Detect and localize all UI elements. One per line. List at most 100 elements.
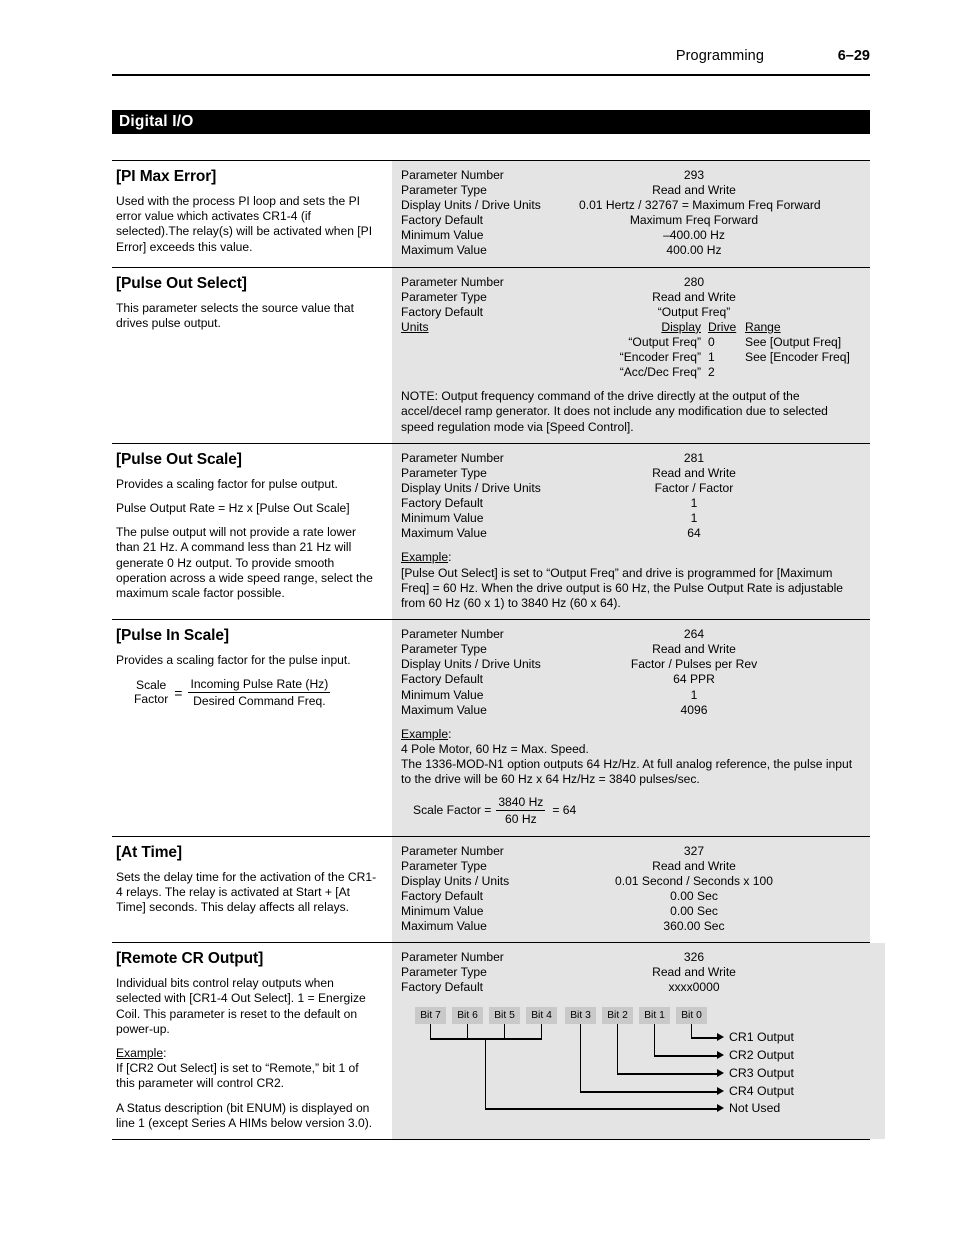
parameter-entry-pi-max-error: [PI Max Error] Used with the process PI … (112, 160, 870, 267)
units-display-value: “Acc/Dec Freq” (619, 365, 701, 380)
spec-list: Parameter Number 281 Parameter Type Read… (401, 451, 862, 611)
formula-label: Scale Factor (134, 679, 168, 706)
spec-row-display-units: Display Units / Drive Units 0.01 Hertz /… (401, 198, 862, 213)
not-used-run-line (485, 1108, 718, 1110)
spec-label: Factory Default (401, 496, 483, 511)
formula-equals: = (174, 684, 183, 701)
units-col-range: Range (745, 319, 781, 334)
bit-box-5: Bit 5 (489, 1007, 520, 1025)
spec-row-maximum-value: Maximum Value 400.00 Hz (401, 243, 862, 258)
example-heading: Example: (401, 550, 452, 565)
bit3-drop-line (580, 1024, 582, 1093)
spec-row-factory-default: Factory Default “Output Freq” (401, 305, 862, 320)
parameter-title: [PI Max Error] (116, 168, 217, 185)
spec-label: Parameter Type (401, 965, 487, 980)
bit2-arrowhead (717, 1069, 724, 1078)
spec-row-parameter-number: Parameter Number 281 (401, 451, 862, 466)
formula-label-top: Scale (136, 678, 167, 693)
formula-label-bottom: Factor (134, 691, 169, 706)
spec-row-parameter-number: Parameter Number 293 (401, 168, 862, 183)
spec-value: –400.00 Hz (663, 228, 725, 243)
spec-value: 1 (690, 511, 698, 526)
units-range-value: See [Output Freq] (745, 334, 842, 349)
parameter-description: Used with the process PI loop and sets t… (116, 194, 373, 254)
bit0-run-line (691, 1037, 718, 1039)
formula-result: = 64 (552, 802, 577, 817)
parameter-description-column: [Pulse Out Select] This parameter select… (112, 267, 392, 443)
units-drive-value: 0 (708, 334, 715, 349)
spec-row-maximum-value: Maximum Value 360.00 Sec (401, 919, 862, 934)
section-title-bar: Digital I/O (112, 110, 870, 134)
bit3-run-line (580, 1091, 718, 1093)
example-heading: Example: (116, 1045, 167, 1060)
spec-row-parameter-type: Parameter Type Read and Write (401, 859, 862, 874)
parameter-description-3: The pulse output will not provide a rate… (116, 525, 373, 601)
spec-row-minimum-value: Minimum Value 0.00 Sec (401, 904, 862, 919)
spec-value: 326 (683, 950, 705, 965)
spec-row-display-units: Display Units / Drive Units Factor / Pul… (401, 657, 862, 672)
spec-row-factory-default: Factory Default Maximum Freq Forward (401, 213, 862, 228)
parameter-title: [Remote CR Output] (116, 950, 264, 968)
header-rule (112, 74, 870, 76)
bit1-drop-line (654, 1024, 656, 1057)
spec-value: 1 (690, 687, 698, 702)
bit1-arrowhead (717, 1051, 724, 1060)
spec-row-maximum-value: Maximum Value 4096 (401, 703, 862, 718)
formula-numerator: Incoming Pulse Rate (Hz) (188, 677, 331, 694)
units-table-header: Units Display Drive Range (401, 320, 862, 335)
spec-label: Parameter Type (401, 465, 487, 480)
parameter-description-2: Pulse Output Rate = Hz x [Pulse Out Scal… (116, 501, 350, 516)
parameter-description: This parameter selects the source value … (116, 300, 354, 330)
spec-row-parameter-number: Parameter Number 326 (401, 950, 877, 965)
parameter-title: [Pulse Out Select] (116, 274, 247, 292)
spec-row-minimum-value: Minimum Value 1 (401, 511, 862, 526)
not-used-arrowhead (717, 1104, 724, 1113)
spec-label: Maximum Value (401, 243, 487, 258)
spec-label: Minimum Value (401, 228, 484, 243)
spec-row-minimum-value: Minimum Value 1 (401, 688, 862, 703)
spec-row-parameter-type: Parameter Type Read and Write (401, 466, 862, 481)
spec-label: Maximum Value (401, 919, 487, 934)
spec-value: 281 (683, 450, 705, 465)
units-col-display: Display (661, 319, 701, 334)
parameter-title: [At Time] (116, 843, 182, 861)
units-drive-value: 1 (708, 350, 715, 365)
spec-label: Factory Default (401, 304, 483, 319)
bit-target-cr4: CR4 Output (729, 1084, 794, 1099)
spec-label: Factory Default (401, 888, 483, 903)
spec-row-display-units: Display Units / Drive Units Factor / Fac… (401, 481, 862, 496)
spec-value: 360.00 Sec (663, 919, 725, 934)
spec-row-factory-default: Factory Default 1 (401, 496, 862, 511)
parameter-description-1: Individual bits control relay outputs wh… (116, 976, 366, 1036)
spec-label: Display Units / Units (401, 873, 510, 888)
spec-label: Parameter Number (401, 627, 504, 642)
bit0-drop-line (691, 1024, 693, 1039)
spec-value: Factor / Factor (654, 481, 734, 496)
formula-fraction: 3840 Hz 60 Hz (496, 795, 546, 826)
parameter-spec-column: Parameter Number 327 Parameter Type Read… (392, 836, 870, 943)
bit2-drop-line (617, 1024, 619, 1075)
spec-row-parameter-number: Parameter Number 264 (401, 627, 862, 642)
spec-label: Parameter Number (401, 950, 504, 965)
bit5-drop-line (504, 1024, 506, 1040)
spec-label: Parameter Number (401, 168, 504, 182)
spec-row-factory-default: Factory Default xxxx0000 (401, 980, 877, 995)
spec-list: Parameter Number 326 Parameter Type Read… (401, 950, 877, 995)
parameter-description: Provides a scaling factor for the pulse … (116, 653, 351, 668)
bit2-run-line (617, 1073, 718, 1075)
parameter-entry-at-time: [At Time] Sets the delay time for the ac… (112, 835, 870, 943)
scale-factor-formula: Scale Factor = Incoming Pulse Rate (Hz) … (134, 677, 380, 708)
bit-map-diagram: Bit 7 Bit 6 Bit 5 Bit 4 Bit 3 Bit 2 Bit … (407, 1007, 877, 1119)
bit-box-2: Bit 2 (602, 1007, 633, 1025)
units-table-row: “Output Freq” 0 See [Output Freq] (401, 335, 862, 350)
parameter-note: NOTE: Output frequency command of the dr… (401, 389, 828, 434)
parameter-table: [PI Max Error] Used with the process PI … (112, 160, 885, 1140)
parameter-description-column: [Remote CR Output] Individual bits contr… (112, 943, 392, 1139)
spec-row-minimum-value: Minimum Value –400.00 Hz (401, 228, 862, 243)
spec-value: 0.01 Hertz / 32767 = Maximum Freq Forwar… (579, 198, 821, 213)
units-display-value: “Encoder Freq” (619, 350, 701, 365)
bit-box-7: Bit 7 (415, 1007, 446, 1025)
units-label: Units (401, 319, 429, 334)
spec-row-factory-default: Factory Default 64 PPR (401, 672, 862, 687)
spec-label: Parameter Type (401, 289, 487, 304)
